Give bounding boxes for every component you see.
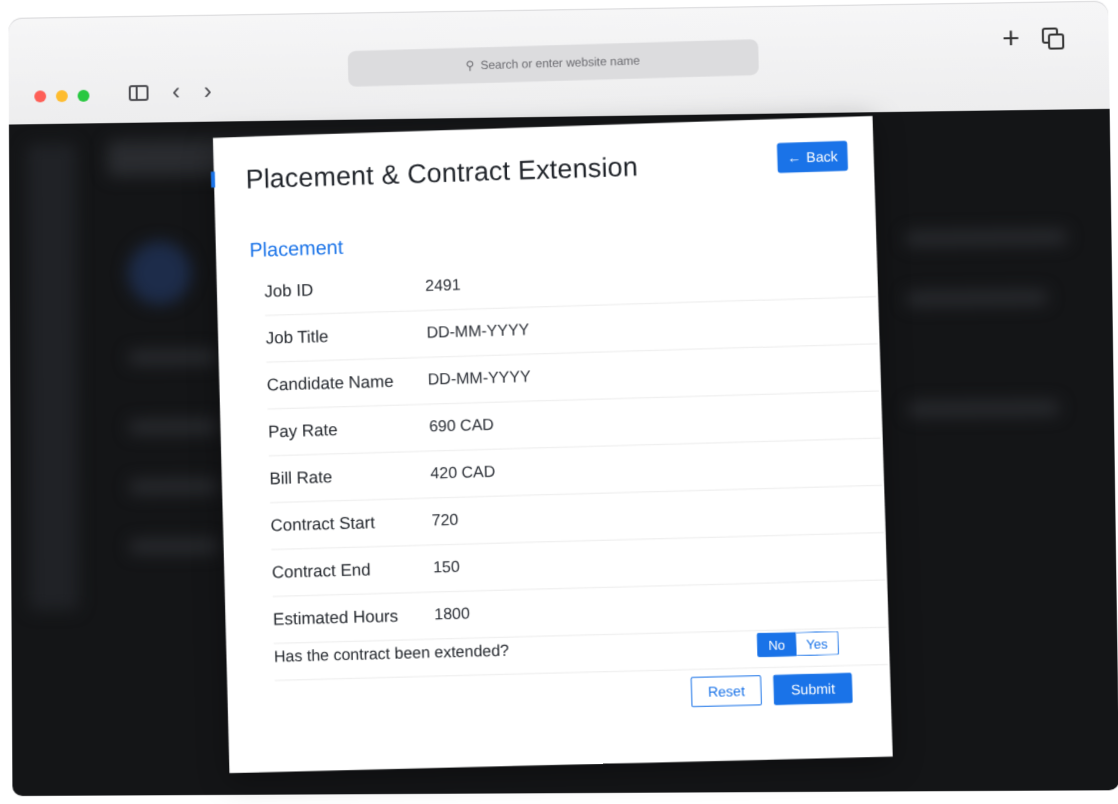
field-label: Job Title — [265, 326, 329, 348]
section-title-placement: Placement — [249, 236, 344, 262]
close-window-icon[interactable] — [34, 90, 47, 103]
extension-toggle: No Yes — [756, 630, 840, 658]
blurred-text — [129, 479, 219, 495]
field-label: Candidate Name — [266, 371, 394, 395]
field-value: 690 CAD — [428, 416, 495, 436]
field-value: 420 CAD — [430, 463, 496, 483]
modal-title: Placement & Contract Extension — [245, 151, 639, 195]
header-accent-bar — [210, 171, 216, 188]
submit-button[interactable]: Submit — [773, 672, 853, 706]
field-label: Contract Start — [270, 513, 376, 536]
address-bar-placeholder: Search or enter website name — [480, 53, 641, 73]
blurred-text — [906, 290, 1048, 307]
field-value: 1800 — [434, 605, 471, 624]
blurred-text — [905, 229, 1068, 246]
field-label: Estimated Hours — [272, 606, 399, 629]
reset-button[interactable]: Reset — [690, 675, 763, 708]
back-button[interactable]: ← Back — [776, 140, 849, 174]
new-tab-plus-icon[interactable]: + — [1002, 22, 1020, 55]
extension-question: Has the contract been extended? — [273, 642, 510, 666]
sidebar-toggle-icon[interactable] — [128, 84, 149, 102]
field-value: DD-MM-YYYY — [426, 321, 530, 342]
toggle-yes-option[interactable]: Yes — [795, 630, 840, 657]
back-button-label: Back — [806, 148, 838, 166]
blurred-sidebar — [26, 143, 79, 611]
placement-extension-modal: Placement & Contract Extension ← Back Pl… — [210, 115, 893, 774]
field-label: Contract End — [271, 560, 371, 582]
field-value: 2491 — [424, 277, 461, 296]
form-actions: Reset Submit — [690, 672, 853, 708]
browser-window: ‹ › ⚲ Search or enter website name + Pla… — [2, 0, 1118, 804]
field-label: Job ID — [264, 280, 314, 302]
field-label: Pay Rate — [267, 420, 338, 442]
field-value: 150 — [432, 558, 460, 577]
field-label: Bill Rate — [269, 467, 333, 489]
field-value: DD-MM-YYYY — [427, 368, 531, 389]
minimize-window-icon[interactable] — [55, 90, 68, 103]
maximize-window-icon[interactable] — [77, 89, 90, 102]
blurred-avatar — [127, 240, 192, 306]
window-controls — [34, 89, 90, 103]
blurred-text — [128, 419, 218, 435]
arrow-left-icon: ← — [786, 149, 802, 166]
tabs-overview-icon[interactable] — [1041, 27, 1065, 50]
field-value: 720 — [431, 511, 459, 530]
toggle-no-option[interactable]: No — [756, 632, 797, 658]
placement-fields: Job ID 2491 Job Title DD-MM-YYYY Candida… — [263, 249, 887, 644]
back-chevron-icon[interactable]: ‹ — [172, 79, 180, 106]
search-icon: ⚲ — [465, 58, 475, 73]
toolbar-right-icons: + — [1002, 22, 1065, 55]
address-bar[interactable]: ⚲ Search or enter website name — [347, 39, 759, 87]
forward-chevron-icon[interactable]: › — [204, 78, 212, 105]
blurred-text — [129, 539, 219, 554]
blurred-text — [907, 400, 1060, 417]
blurred-text — [128, 349, 218, 365]
browser-toolbar: ‹ › ⚲ Search or enter website name + — [8, 0, 1110, 125]
navigation-controls: ‹ › — [128, 78, 212, 106]
